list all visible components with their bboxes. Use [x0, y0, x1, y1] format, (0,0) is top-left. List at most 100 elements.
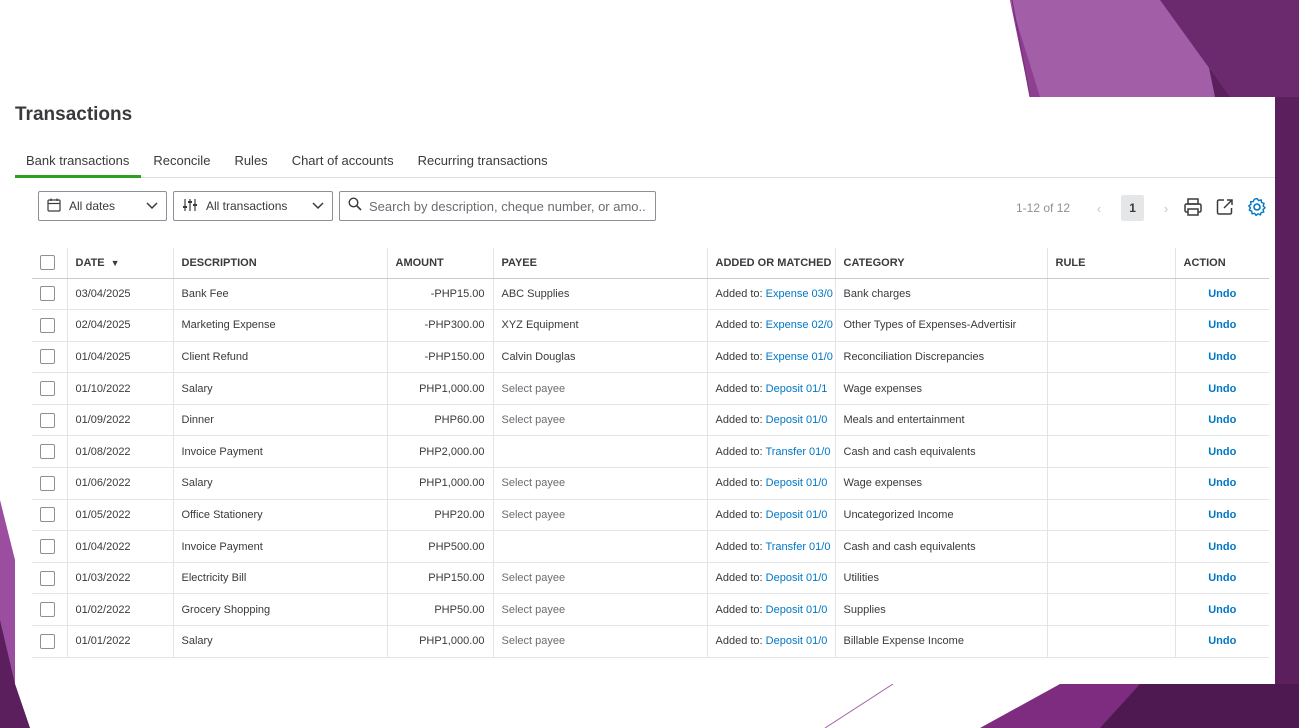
row-description: Electricity Bill	[172, 562, 387, 595]
column-header-date[interactable]: DATE ▼	[66, 248, 173, 279]
row-category[interactable]: Wage expenses	[834, 372, 1047, 405]
row-added-link[interactable]: Deposit 01/1	[766, 383, 828, 395]
row-checkbox[interactable]	[40, 507, 55, 523]
row-select-cell	[32, 625, 67, 658]
select-all-checkbox[interactable]	[40, 255, 55, 271]
undo-button[interactable]: Undo	[1208, 383, 1236, 395]
row-category[interactable]: Reconciliation Discrepancies	[834, 341, 1047, 374]
row-date: 01/06/2022	[66, 467, 173, 500]
tab-chart-of-accounts[interactable]: Chart of accounts	[280, 150, 406, 178]
row-checkbox[interactable]	[40, 475, 55, 491]
row-checkbox[interactable]	[40, 317, 55, 333]
row-added-link[interactable]: Deposit 01/0	[766, 509, 828, 521]
row-added-prefix: Added to:	[715, 382, 763, 395]
row-category[interactable]: Supplies	[834, 593, 1047, 627]
row-category[interactable]: Wage expenses	[834, 467, 1047, 500]
row-checkbox[interactable]	[40, 381, 55, 397]
row-payee[interactable]: Select payee	[492, 625, 707, 658]
undo-button[interactable]: Undo	[1208, 414, 1236, 426]
row-payee[interactable]: Calvin Douglas	[492, 341, 707, 374]
tab-reconcile[interactable]: Reconcile	[141, 150, 222, 178]
row-payee[interactable]: Select payee	[492, 562, 707, 595]
row-amount: PHP20.00	[386, 499, 493, 532]
undo-button[interactable]: Undo	[1208, 572, 1236, 584]
tab-rules[interactable]: Rules	[222, 150, 279, 178]
undo-button[interactable]: Undo	[1208, 446, 1236, 458]
row-action-cell: Undo	[1174, 499, 1269, 532]
row-added-prefix: Added to:	[715, 414, 763, 427]
row-added-link[interactable]: Expense 02/0	[766, 319, 833, 331]
row-amount: PHP1,000.00	[386, 625, 493, 658]
undo-button[interactable]: Undo	[1208, 351, 1236, 363]
undo-button[interactable]: Undo	[1208, 604, 1236, 616]
row-payee[interactable]	[492, 530, 707, 563]
row-select-cell	[32, 372, 67, 405]
row-date: 01/09/2022	[66, 404, 173, 437]
row-payee[interactable]: Select payee	[492, 372, 707, 405]
row-checkbox[interactable]	[40, 570, 55, 586]
row-added-prefix: Added to:	[715, 508, 763, 521]
row-added-link[interactable]: Transfer 01/0	[765, 446, 830, 458]
undo-button[interactable]: Undo	[1208, 509, 1236, 521]
row-added-link[interactable]: Deposit 01/0	[766, 477, 828, 489]
row-description: Client Refund	[172, 341, 387, 374]
undo-button[interactable]: Undo	[1208, 477, 1236, 489]
row-added-or-matched: Added to: Deposit 01/0	[706, 625, 835, 658]
row-added-link[interactable]: Transfer 01/0	[765, 541, 830, 553]
row-category[interactable]: Other Types of Expenses-Advertisir	[834, 309, 1047, 342]
search-input[interactable]	[369, 198, 647, 214]
row-amount: -PHP300.00	[386, 309, 493, 342]
row-checkbox[interactable]	[40, 539, 55, 555]
row-added-link[interactable]: Expense 01/0	[766, 351, 833, 363]
row-category[interactable]: Billable Expense Income	[834, 625, 1047, 658]
gear-icon[interactable]	[1247, 197, 1267, 217]
row-added-link[interactable]: Deposit 01/0	[766, 414, 828, 426]
transactions-dropdown[interactable]: All transactions	[173, 191, 333, 221]
table-row: 01/05/2022 Office Stationery PHP20.00 Selec…	[32, 499, 1269, 532]
chevron-left-icon[interactable]: ‹	[1092, 201, 1106, 216]
row-checkbox[interactable]	[40, 602, 55, 618]
row-rule	[1046, 499, 1175, 532]
print-icon[interactable]	[1183, 197, 1203, 217]
current-page[interactable]: 1	[1121, 195, 1145, 221]
row-category[interactable]: Cash and cash equivalents	[834, 435, 1047, 469]
row-added-link[interactable]: Expense 03/0	[766, 288, 833, 300]
row-select-cell	[32, 341, 67, 374]
row-checkbox[interactable]	[40, 444, 55, 460]
row-added-link[interactable]: Deposit 01/0	[766, 604, 828, 616]
row-payee[interactable]: ABC Supplies	[492, 278, 707, 311]
row-added-link[interactable]: Deposit 01/0	[766, 572, 828, 584]
row-checkbox[interactable]	[40, 286, 55, 302]
row-checkbox[interactable]	[40, 633, 55, 649]
row-category[interactable]: Bank charges	[834, 278, 1047, 311]
tab-recurring-transactions[interactable]: Recurring transactions	[406, 150, 560, 178]
row-action-cell: Undo	[1174, 593, 1269, 627]
tab-bank-transactions[interactable]: Bank transactions	[15, 150, 142, 178]
row-category[interactable]: Meals and entertainment	[834, 404, 1047, 437]
row-category[interactable]: Utilities	[834, 562, 1047, 595]
row-payee[interactable]: Select payee	[492, 467, 707, 500]
undo-button[interactable]: Undo	[1208, 635, 1236, 647]
undo-button[interactable]: Undo	[1208, 319, 1236, 331]
row-category[interactable]: Uncategorized Income	[834, 499, 1047, 532]
row-payee[interactable]: XYZ Equipment	[492, 309, 707, 342]
undo-button[interactable]: Undo	[1208, 541, 1236, 553]
row-payee[interactable]	[492, 435, 707, 469]
export-icon[interactable]	[1215, 197, 1235, 217]
row-payee[interactable]: Select payee	[492, 499, 707, 532]
row-amount: -PHP15.00	[386, 278, 493, 311]
row-checkbox[interactable]	[40, 349, 55, 365]
table-tools	[1183, 197, 1267, 217]
row-payee[interactable]: Select payee	[492, 404, 707, 437]
dates-dropdown-label: All dates	[69, 199, 116, 213]
row-rule	[1046, 404, 1175, 437]
row-payee[interactable]: Select payee	[492, 593, 707, 627]
row-checkbox[interactable]	[40, 412, 55, 428]
undo-button[interactable]: Undo	[1208, 288, 1236, 300]
row-added-link[interactable]: Deposit 01/0	[766, 635, 828, 647]
dates-dropdown[interactable]: All dates	[38, 191, 167, 221]
chevron-right-icon[interactable]: ›	[1159, 201, 1173, 216]
row-category[interactable]: Cash and cash equivalents	[834, 530, 1047, 563]
row-action-cell: Undo	[1174, 372, 1269, 405]
sliders-icon	[182, 198, 198, 215]
